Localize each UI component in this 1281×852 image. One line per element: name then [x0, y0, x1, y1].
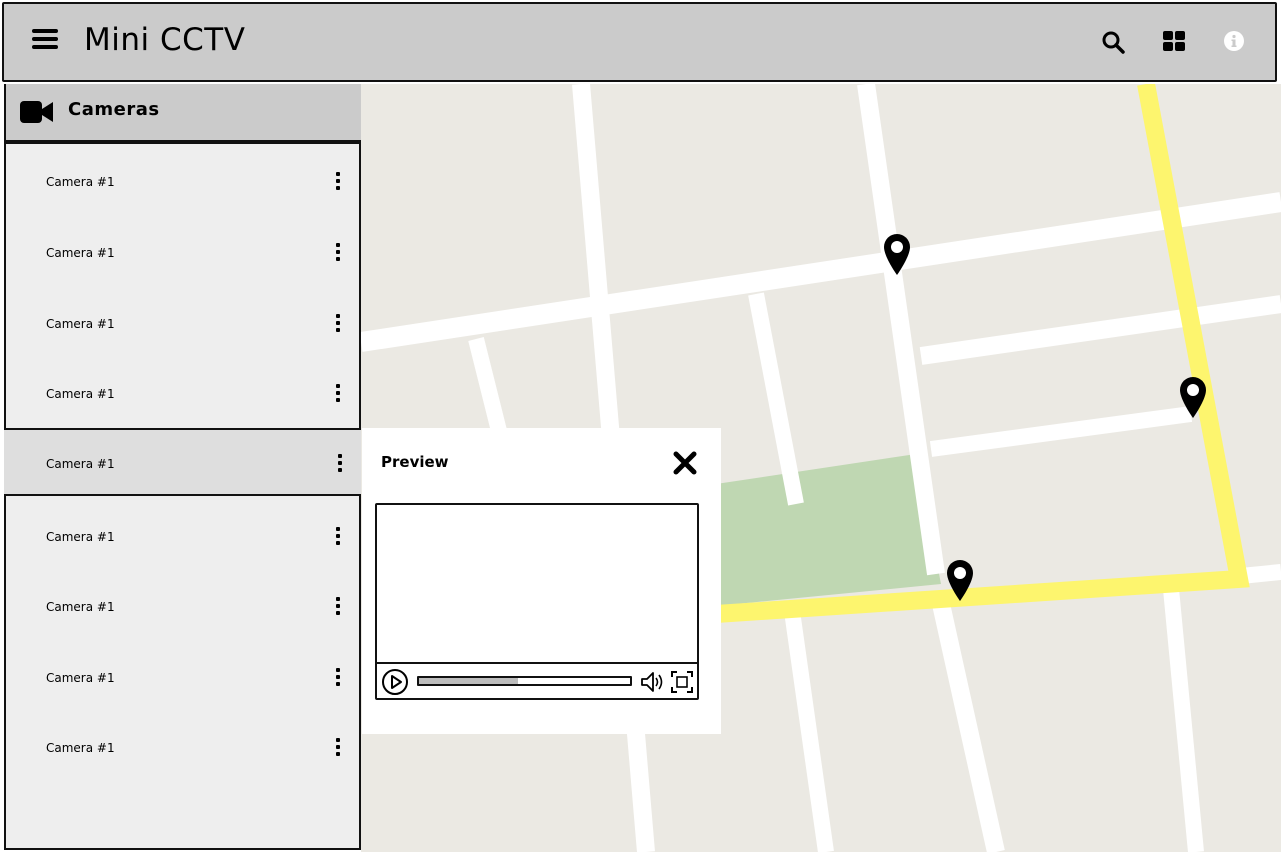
camera-list: Camera #1 Camera #1 Camera #1 Camera #1 … [4, 142, 361, 850]
seek-bar[interactable] [417, 676, 632, 686]
camera-label: Camera #1 [46, 317, 115, 331]
camera-list-item[interactable]: Camera #1 [6, 644, 359, 712]
more-options-icon[interactable] [335, 738, 341, 758]
camera-label: Camera #1 [46, 387, 115, 401]
play-icon[interactable] [381, 668, 409, 696]
camera-list-item[interactable]: Camera #1 [6, 290, 359, 358]
app-title: Mini CCTV [84, 22, 246, 58]
camera-label: Camera #1 [46, 671, 115, 685]
sidebar-header: Cameras [4, 84, 361, 142]
volume-icon[interactable] [639, 669, 665, 695]
more-options-icon[interactable] [337, 454, 343, 474]
more-options-icon[interactable] [335, 172, 341, 192]
camera-label: Camera #1 [46, 600, 115, 614]
menu-icon[interactable] [32, 29, 58, 53]
fullscreen-icon[interactable] [669, 669, 695, 695]
search-icon[interactable] [1099, 28, 1127, 56]
close-icon[interactable] [672, 450, 698, 476]
more-options-icon[interactable] [335, 668, 341, 688]
preview-popup: Preview [362, 428, 721, 734]
camera-list-item[interactable]: Camera #1 [6, 219, 359, 287]
more-options-icon[interactable] [335, 384, 341, 404]
camera-list-item[interactable]: Camera #1 [6, 714, 359, 782]
more-options-icon[interactable] [335, 597, 341, 617]
camera-label: Camera #1 [46, 246, 115, 260]
preview-title: Preview [381, 453, 449, 471]
camera-list-item[interactable]: Camera #1 [6, 148, 359, 216]
grid-icon[interactable] [1160, 28, 1188, 56]
park-area [716, 454, 941, 606]
more-options-icon[interactable] [335, 314, 341, 334]
camera-label: Camera #1 [46, 457, 115, 471]
info-icon[interactable] [1220, 28, 1248, 56]
camera-label: Camera #1 [46, 741, 115, 755]
video-camera-icon [20, 101, 53, 123]
camera-list-item[interactable]: Camera #1 [6, 360, 359, 428]
app-header: Mini CCTV [2, 2, 1277, 82]
camera-list-item-selected[interactable]: Camera #1 [4, 428, 361, 496]
camera-list-item[interactable]: Camera #1 [6, 573, 359, 641]
more-options-icon[interactable] [335, 243, 341, 263]
sidebar-title: Cameras [68, 99, 160, 120]
camera-label: Camera #1 [46, 530, 115, 544]
player-controls [377, 662, 697, 698]
more-options-icon[interactable] [335, 527, 341, 547]
seek-progress [419, 678, 519, 684]
camera-label: Camera #1 [46, 175, 115, 189]
video-player[interactable] [375, 503, 699, 700]
camera-list-item[interactable]: Camera #1 [6, 503, 359, 571]
